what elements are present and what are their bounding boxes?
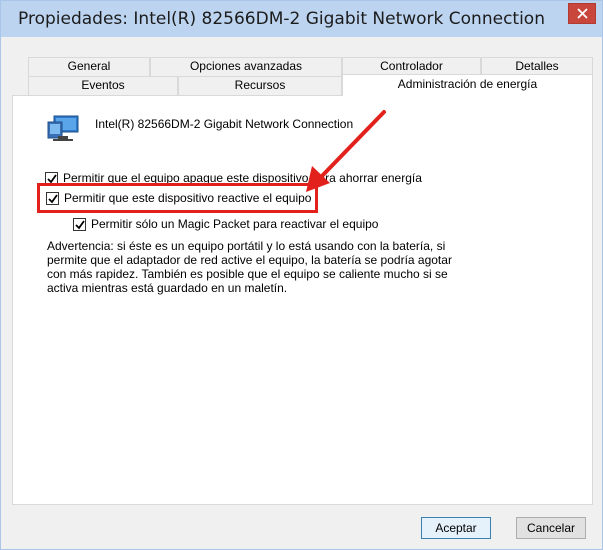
tab-opciones-avanzadas[interactable]: Opciones avanzadas bbox=[150, 57, 342, 76]
accept-button[interactable]: Aceptar bbox=[421, 517, 491, 539]
warning-text: Advertencia: si éste es un equipo portát… bbox=[47, 239, 452, 295]
power-management-panel bbox=[12, 95, 593, 505]
close-icon bbox=[577, 8, 588, 19]
magic-packet-checkbox[interactable] bbox=[73, 218, 86, 231]
tab-general[interactable]: General bbox=[28, 57, 150, 76]
tab-eventos[interactable]: Eventos bbox=[28, 76, 178, 96]
window-title: Propiedades: Intel(R) 82566DM-2 Gigabit … bbox=[18, 9, 545, 29]
cancel-button[interactable]: Cancelar bbox=[516, 517, 586, 539]
title-bar[interactable]: Propiedades: Intel(R) 82566DM-2 Gigabit … bbox=[1, 1, 602, 37]
magic-packet-label: Permitir sólo un Magic Packet para react… bbox=[91, 217, 379, 231]
tab-administracion-energia[interactable]: Administración de energía bbox=[342, 74, 593, 96]
checkmark-icon bbox=[75, 220, 85, 230]
network-adapter-icon bbox=[47, 115, 79, 141]
device-name: Intel(R) 82566DM-2 Gigabit Network Conne… bbox=[95, 117, 354, 131]
annotation-highlight-box bbox=[37, 183, 318, 213]
close-button[interactable] bbox=[568, 3, 596, 24]
tab-recursos[interactable]: Recursos bbox=[178, 76, 342, 96]
